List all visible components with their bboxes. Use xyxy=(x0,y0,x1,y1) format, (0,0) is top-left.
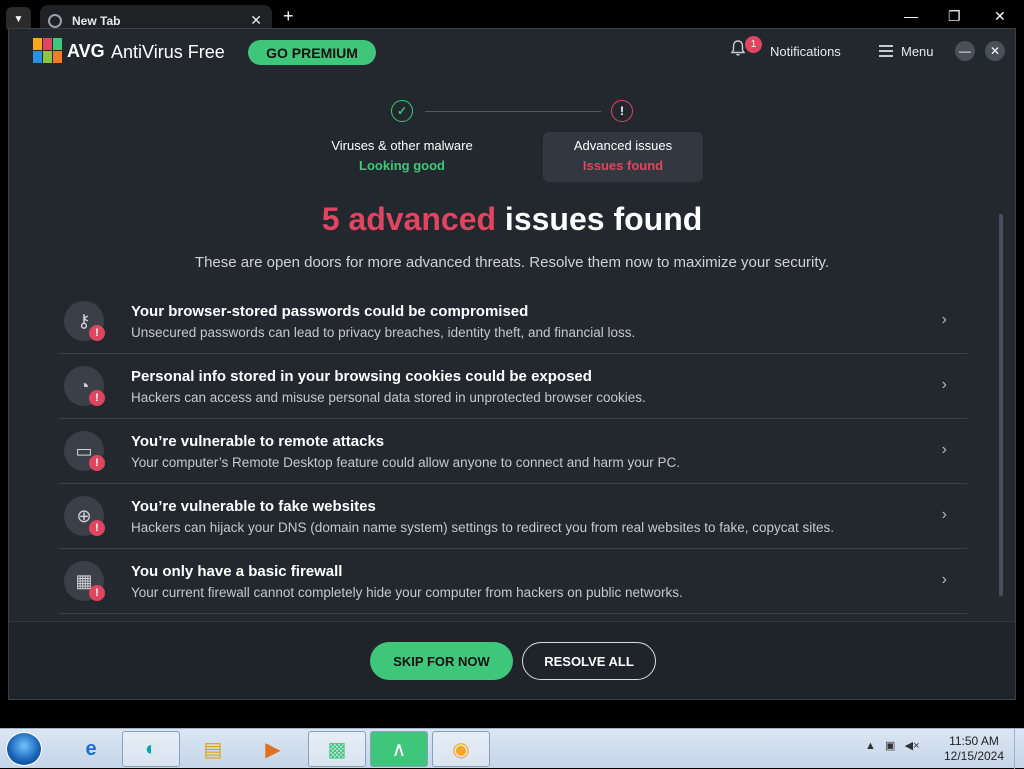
brand-name: AVG xyxy=(67,41,105,61)
alert-icon: ! xyxy=(89,585,105,601)
alert-icon: ! xyxy=(89,520,105,536)
clock[interactable]: 11:50 AM 12/15/2024 xyxy=(940,734,1008,764)
media-player-icon[interactable]: ▶ xyxy=(244,731,302,767)
alert-icon: ! xyxy=(89,325,105,341)
window-restore-button[interactable]: ❐ xyxy=(948,8,961,25)
issues-list: ⚷ ! Your browser-stored passwords could … xyxy=(59,289,967,614)
chevron-right-icon: › xyxy=(941,376,947,393)
page-subtitle: These are open doors for more advanced t… xyxy=(194,254,830,271)
system-tray[interactable]: ▲ ▣ ◀× xyxy=(865,739,920,752)
issue-description: Your current firewall cannot completely … xyxy=(131,585,683,600)
action-footer: SKIP FOR NOW RESOLVE ALL xyxy=(9,621,1015,699)
menu-label[interactable]: Menu xyxy=(901,44,934,59)
scrollbar[interactable] xyxy=(999,214,1003,596)
avast-icon[interactable]: ∧ xyxy=(370,731,428,767)
step-status: Issues found xyxy=(582,158,664,173)
folder-icon[interactable]: ▤ xyxy=(184,731,242,767)
window-close-button[interactable]: ✕ xyxy=(994,8,1006,25)
new-tab-button[interactable]: + xyxy=(283,6,294,27)
list-item-remote-attacks[interactable]: ▭ ! You’re vulnerable to remote attacks … xyxy=(59,419,967,484)
show-desktop-button[interactable] xyxy=(1014,729,1024,769)
chevron-right-icon: › xyxy=(941,571,947,588)
go-premium-button[interactable]: GO PREMIUM xyxy=(248,40,376,65)
hamburger-menu-icon[interactable] xyxy=(879,45,893,57)
list-item-fake-websites[interactable]: ⊕ ! You’re vulnerable to fake websites H… xyxy=(59,484,967,549)
progress-line xyxy=(425,111,601,112)
app-header: AVG AntiVirus Free GO PREMIUM 1 Notifica… xyxy=(9,29,1015,77)
issue-description: Your computer’s Remote Desktop feature c… xyxy=(131,455,681,470)
issue-description: Hackers can access and misuse personal d… xyxy=(131,390,646,405)
browser-app-icon[interactable]: ◉ xyxy=(432,731,490,767)
avg-logo-icon xyxy=(33,38,63,64)
clock-time: 11:50 AM xyxy=(949,734,999,748)
app-close-button[interactable]: ✕ xyxy=(985,41,1005,61)
issue-title: Your browser-stored passwords could be c… xyxy=(131,303,529,320)
window-minimize-button[interactable]: — xyxy=(904,8,918,24)
list-item-cookies[interactable]: ◔ ! Personal info stored in your browsin… xyxy=(59,354,967,419)
step-title: Advanced issues xyxy=(573,138,673,153)
check-icon: ✓ xyxy=(391,100,413,122)
skip-for-now-button[interactable]: SKIP FOR NOW xyxy=(370,642,513,680)
step-viruses[interactable]: Viruses & other malware Looking good xyxy=(322,132,482,182)
issue-title: You’re vulnerable to fake websites xyxy=(131,498,376,515)
alert-icon: ! xyxy=(89,390,105,406)
taskbar: e ◐ ▤ ▶ ▩ ∧ ◉ ▲ ▣ ◀× 11:50 AM 12/15/2024 xyxy=(0,728,1024,769)
clock-date: 12/15/2024 xyxy=(943,749,1005,763)
page-title: 5 advanced issues found xyxy=(9,201,1015,238)
issue-title: You’re vulnerable to remote attacks xyxy=(131,433,385,450)
headline-rest: issues found xyxy=(496,201,703,237)
list-item-passwords[interactable]: ⚷ ! Your browser-stored passwords could … xyxy=(59,289,967,354)
exclamation-icon: ! xyxy=(611,100,633,122)
issue-title: You only have a basic firewall xyxy=(131,563,343,580)
notification-count-badge: 1 xyxy=(745,36,762,53)
ie-icon[interactable]: e xyxy=(62,731,120,767)
notifications-label[interactable]: Notifications xyxy=(770,44,841,59)
app-minimize-button[interactable]: — xyxy=(955,41,975,61)
start-button[interactable] xyxy=(6,732,42,766)
media-app-icon[interactable]: ◐ xyxy=(122,731,180,767)
issue-description: Hackers can hijack your DNS (domain name… xyxy=(131,520,835,535)
globe-icon xyxy=(48,14,62,28)
chevron-right-icon: › xyxy=(941,506,947,523)
tab-title: New Tab xyxy=(72,14,121,28)
list-item-firewall[interactable]: ▦ ! You only have a basic firewall Your … xyxy=(59,549,967,614)
step-title: Viruses & other malware xyxy=(331,138,473,153)
product-name: AntiVirus Free xyxy=(111,42,225,62)
alert-icon: ! xyxy=(89,455,105,471)
step-status: Looking good xyxy=(359,158,445,173)
issue-count-headline: 5 advanced xyxy=(321,201,497,237)
chevron-right-icon: › xyxy=(941,311,947,328)
avg-app-window: AVG AntiVirus Free GO PREMIUM 1 Notifica… xyxy=(8,28,1016,700)
tab-close-icon[interactable]: ✕ xyxy=(250,12,262,29)
chevron-right-icon: › xyxy=(941,441,947,458)
issue-title: Personal info stored in your browsing co… xyxy=(131,368,592,385)
issue-description: Unsecured passwords can lead to privacy … xyxy=(131,325,636,340)
step-advanced-issues[interactable]: Advanced issues Issues found xyxy=(543,132,703,182)
avg-taskbar-icon[interactable]: ▩ xyxy=(308,731,366,767)
resolve-all-button[interactable]: RESOLVE ALL xyxy=(522,642,656,680)
